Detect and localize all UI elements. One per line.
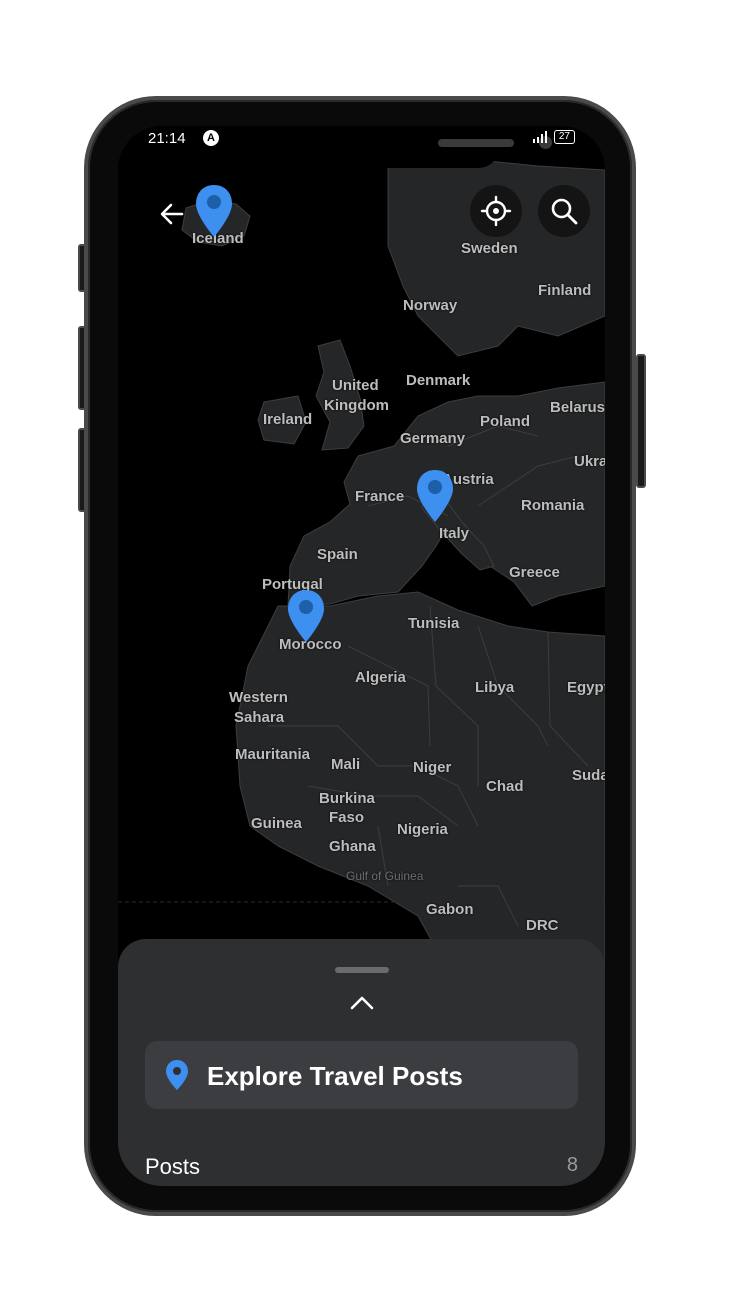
status-time: 21:14 <box>148 130 186 147</box>
country-label-ukra: Ukra <box>574 453 605 470</box>
country-label-guinea: Guinea <box>251 815 302 832</box>
search-button[interactable] <box>538 185 590 237</box>
country-label-finland: Finland <box>538 282 592 299</box>
crosshair-icon <box>480 195 512 227</box>
country-label-denmark: Denmark <box>406 372 471 389</box>
explore-travel-posts-button[interactable]: Explore Travel Posts <box>145 1041 578 1109</box>
back-button[interactable] <box>154 196 190 232</box>
country-label-spain: Spain <box>317 546 358 563</box>
country-label-tunisia: Tunisia <box>408 615 460 632</box>
country-label-sahara: Sahara <box>234 709 285 726</box>
country-label-norway: Norway <box>403 297 458 314</box>
country-label-sweden: Sweden <box>461 240 518 257</box>
map-pin-italy[interactable] <box>415 468 455 524</box>
camera-notch <box>238 126 552 168</box>
app-notification-icon: A <box>203 130 219 146</box>
location-pin-icon <box>166 1060 188 1090</box>
search-icon <box>551 198 578 225</box>
earpiece-speaker <box>438 139 514 147</box>
country-label-nigeria: Nigeria <box>397 821 448 838</box>
arrow-left-icon <box>160 203 184 225</box>
explore-travel-posts-label: Explore Travel Posts <box>207 1061 463 1091</box>
water-label-gulf-of-guinea: Gulf of Guinea <box>346 869 424 883</box>
map-pin-morocco[interactable] <box>286 588 326 644</box>
country-label-poland: Poland <box>480 413 531 430</box>
country-label-western: Western <box>229 689 288 706</box>
country-label-france: France <box>355 488 405 505</box>
posts-count: 8 <box>566 1154 578 1176</box>
country-label-suda: Suda <box>572 767 605 784</box>
status-icons: 27 <box>532 130 575 144</box>
bottom-sheet[interactable]: Explore Travel Posts Posts 8 <box>118 939 605 1186</box>
country-label-ireland: Ireland <box>263 411 313 428</box>
country-label-chad: Chad <box>486 778 524 795</box>
country-label-greece: Greece <box>509 564 560 581</box>
country-label-kingdom: Kingdom <box>324 397 389 414</box>
chevron-up-icon[interactable] <box>348 991 376 1015</box>
country-label-gabon: Gabon <box>426 901 474 918</box>
sheet-drag-handle[interactable] <box>335 967 389 973</box>
country-label-niger: Niger <box>413 759 452 776</box>
phone-screen: Iceland Sweden Finland Norway United Kin… <box>118 126 605 1186</box>
country-label-egypt: Egypt <box>567 679 605 696</box>
country-label-romania: Romania <box>521 497 585 514</box>
country-label-ghana: Ghana <box>329 838 376 855</box>
battery-icon: 27 <box>553 130 575 144</box>
country-label-faso: Faso <box>329 809 365 826</box>
posts-section-title: Posts <box>145 1154 201 1179</box>
country-label-drc: DRC <box>526 917 559 934</box>
country-label-mauritania: Mauritania <box>235 746 311 763</box>
country-label-united: United <box>332 377 379 394</box>
phone-power-button <box>636 354 646 488</box>
country-label-italy: Italy <box>439 525 470 542</box>
country-label-libya: Libya <box>475 679 515 696</box>
country-label-germany: Germany <box>400 430 466 447</box>
signal-icon <box>532 131 547 143</box>
country-label-belarus: Belarus <box>550 399 605 416</box>
country-label-mali: Mali <box>331 756 361 773</box>
country-label-algeria: Algeria <box>355 669 406 686</box>
map-pin-iceland[interactable] <box>194 183 234 239</box>
my-location-button[interactable] <box>470 185 522 237</box>
country-label-burkina: Burkina <box>319 790 375 807</box>
